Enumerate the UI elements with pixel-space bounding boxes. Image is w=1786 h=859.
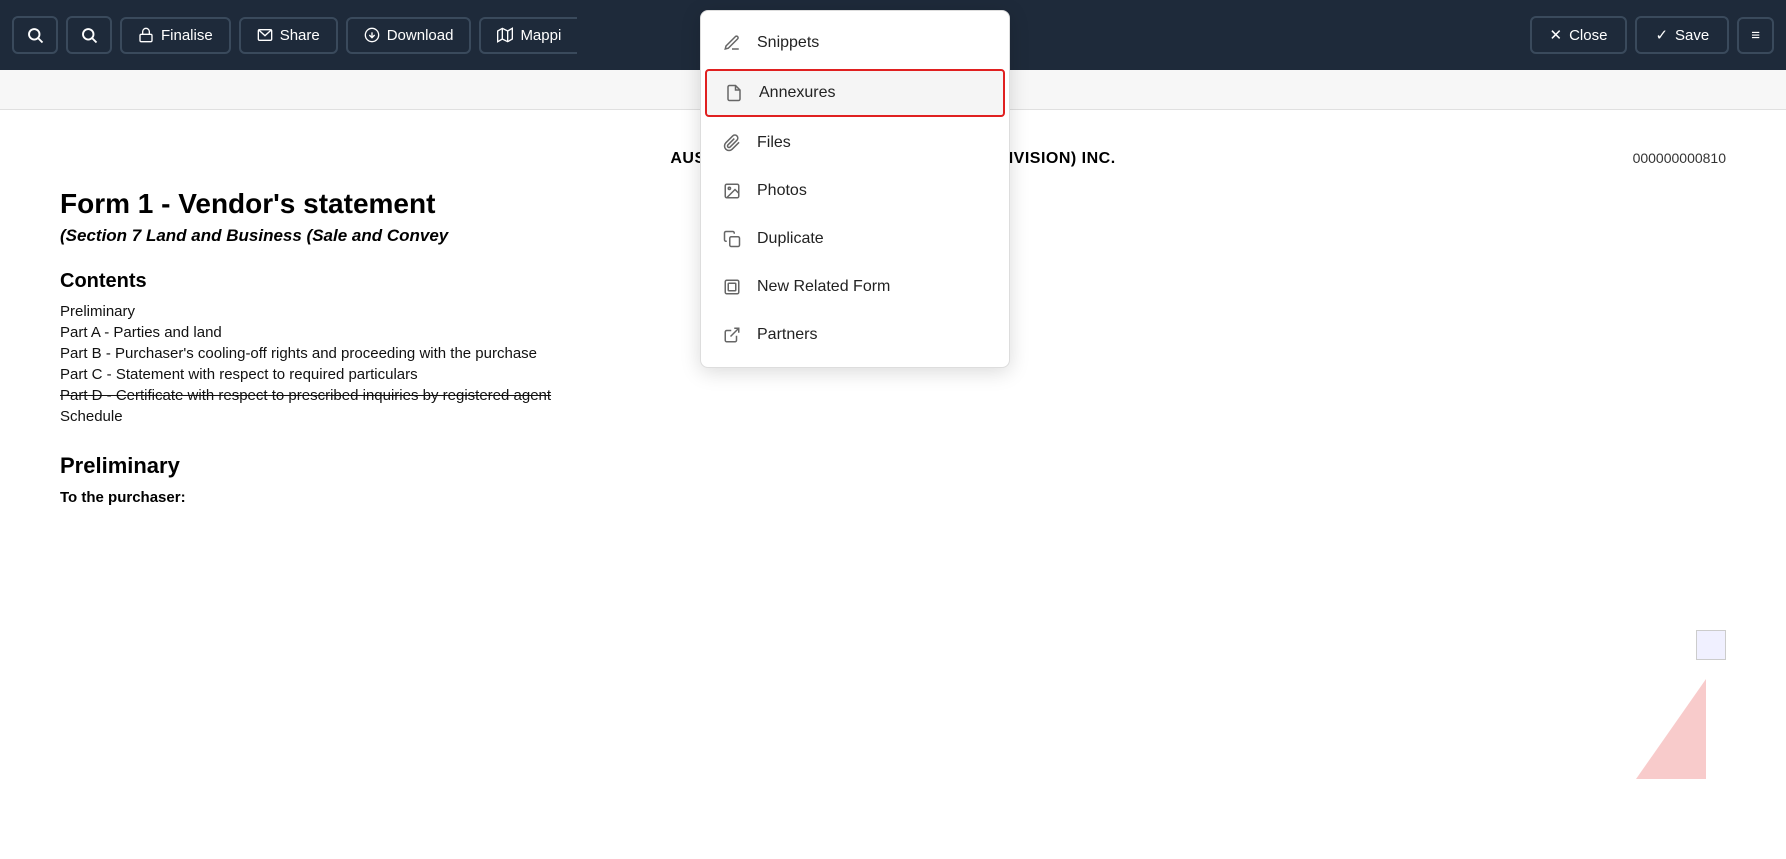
list-item: Part D - Certificate with respect to pre… [60,387,1726,404]
dropdown-item-snippets[interactable]: Snippets [701,19,1009,67]
files-label: Files [757,134,791,152]
photos-label: Photos [757,182,807,200]
list-item: Schedule [60,408,1726,425]
new-related-form-label: New Related Form [757,278,890,296]
partners-icon [721,324,743,346]
hamburger-icon: ≡ [1751,27,1760,44]
x-icon: ✕ [1550,26,1563,44]
menu-button[interactable]: ≡ [1737,17,1774,54]
dropdown-item-photos[interactable]: Photos [701,167,1009,215]
download-button[interactable]: Download [346,17,472,54]
doc-id: 000000000810 [1633,150,1726,166]
list-item: Part C - Statement with respect to requi… [60,366,1726,383]
close-button[interactable]: ✕ Close [1530,16,1628,54]
dropdown-item-files[interactable]: Files [701,119,1009,167]
mapping-button[interactable]: Mappi [479,17,577,54]
share-button[interactable]: Share [239,17,338,54]
finalise-button[interactable]: Finalise [120,17,231,54]
to-purchaser: To the purchaser: [60,489,1726,506]
dropdown-item-partners[interactable]: Partners [701,311,1009,359]
photos-icon [721,180,743,202]
duplicate-label: Duplicate [757,230,824,248]
toolbar-right: ✕ Close ✓ Save ≡ [1530,16,1774,54]
dropdown-item-new-related-form[interactable]: New Related Form [701,263,1009,311]
snippets-label: Snippets [757,34,819,52]
new-related-form-icon [721,276,743,298]
snippets-icon [721,32,743,54]
dropdown-item-annexures[interactable]: Annexures [705,69,1005,117]
search-button-2[interactable] [66,16,112,54]
dropdown-menu: Snippets Annexures Files Photos Duplicat… [700,10,1010,368]
search-button-1[interactable] [12,16,58,54]
duplicate-icon [721,228,743,250]
dropdown-item-duplicate[interactable]: Duplicate [701,215,1009,263]
partners-label: Partners [757,326,817,344]
files-icon [721,132,743,154]
watermark [1586,679,1706,779]
annexures-icon [723,82,745,104]
save-button[interactable]: ✓ Save [1635,16,1729,54]
check-icon: ✓ [1655,26,1668,44]
annexures-label: Annexures [759,84,836,102]
preliminary-heading: Preliminary [60,453,1726,479]
checkbox-placeholder[interactable] [1696,630,1726,660]
